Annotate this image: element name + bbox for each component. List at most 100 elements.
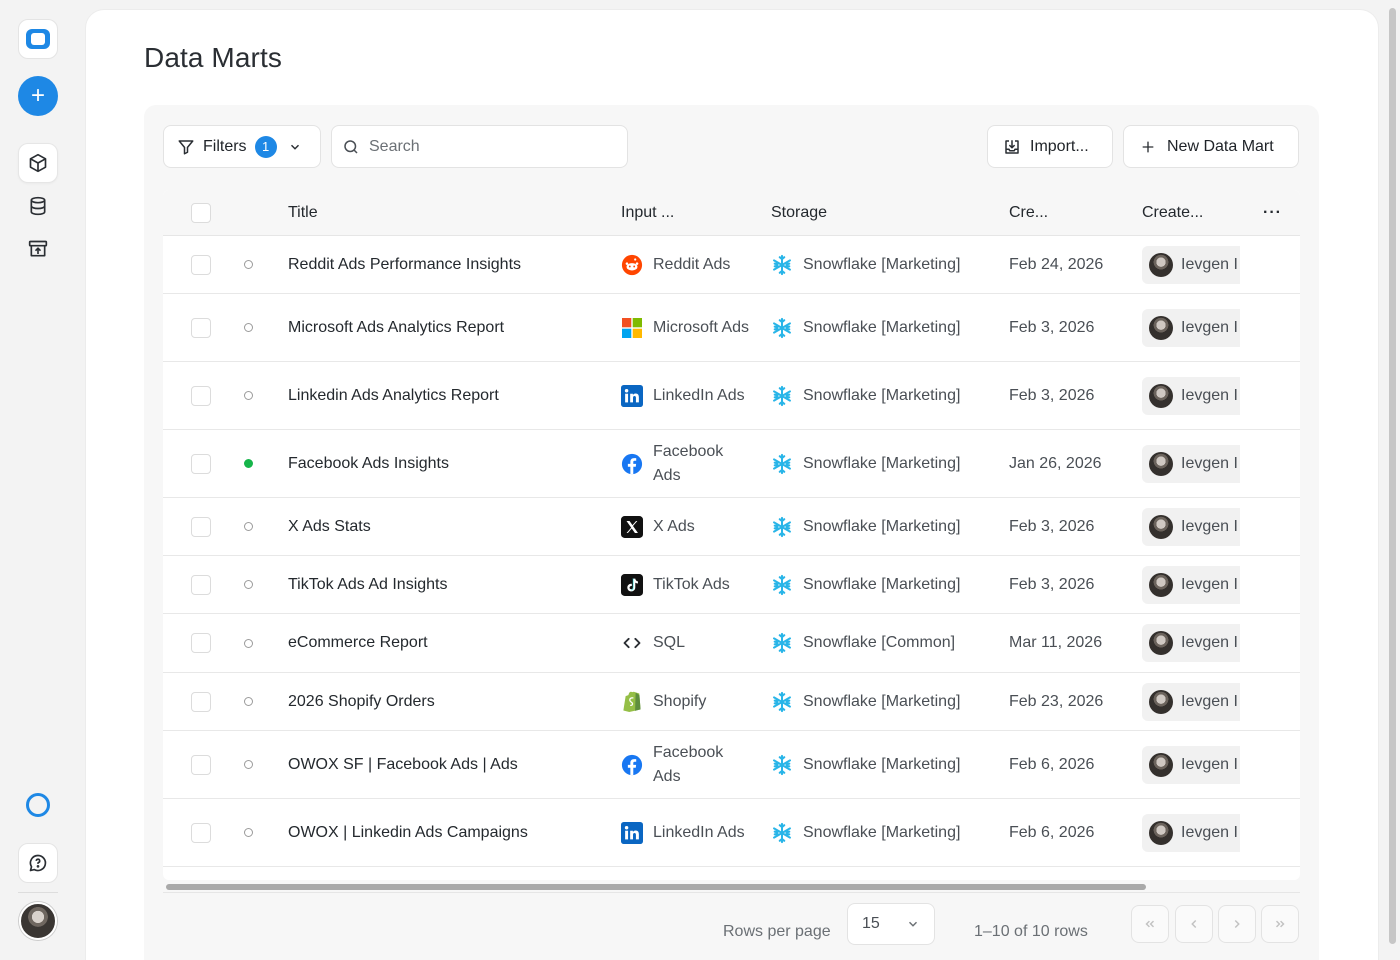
column-options-button[interactable]: ··· xyxy=(1263,190,1282,236)
previous-page-button[interactable] xyxy=(1175,905,1213,943)
column-input-source[interactable]: Input ... xyxy=(621,190,674,236)
row-title[interactable]: TikTok Ads Ad Insights xyxy=(288,556,447,613)
table-row[interactable]: TikTok Ads Ad Insights TikTok Ads Snowflak… xyxy=(163,556,1300,614)
chevron-down-icon xyxy=(908,921,918,927)
row-storage: Snowflake [Marketing] xyxy=(771,236,960,293)
source-label: Facebook Ads xyxy=(653,743,724,785)
row-storage: Snowflake [Marketing] xyxy=(771,556,960,613)
owner-chip[interactable]: Ievgen I xyxy=(1142,507,1240,546)
row-title[interactable]: Facebook Ads Insights xyxy=(288,430,449,497)
table-row[interactable]: eCommerce Report SQL Snowflake [Common] Mar… xyxy=(163,614,1300,673)
column-storage[interactable]: Storage xyxy=(771,190,827,236)
cube-icon xyxy=(29,153,47,173)
facebook-icon xyxy=(621,754,643,776)
row-checkbox[interactable] xyxy=(191,754,211,775)
owner-avatar xyxy=(1149,820,1173,845)
table-row[interactable]: 2026 Shopify Orders Shopify Snowflake [Mar… xyxy=(163,673,1300,731)
table-row[interactable]: OWOX SF | Facebook Ads | Ads Facebook Ads… xyxy=(163,731,1300,799)
rows-per-page-select[interactable]: 15 xyxy=(847,903,935,945)
row-checkbox[interactable] xyxy=(191,254,211,275)
table-row[interactable]: Microsoft Ads Analytics Report Microsoft … xyxy=(163,294,1300,362)
owner-chip[interactable]: Ievgen I xyxy=(1142,682,1240,721)
next-page-button[interactable] xyxy=(1218,905,1256,943)
owner-chip[interactable]: Ievgen I xyxy=(1142,565,1240,604)
owner-chip[interactable]: Ievgen I xyxy=(1142,308,1240,347)
chat-button[interactable] xyxy=(18,843,58,883)
facebook-icon xyxy=(621,453,643,475)
owner-avatar xyxy=(1149,689,1173,714)
owner-chip[interactable]: Ievgen I xyxy=(1142,376,1240,415)
owner-chip[interactable]: Ievgen I xyxy=(1142,745,1240,784)
first-page-button[interactable] xyxy=(1131,905,1169,943)
new-data-mart-button[interactable]: New Data Mart xyxy=(1123,125,1299,168)
row-created-date: Feb 6, 2026 xyxy=(1009,755,1095,773)
filters-button[interactable]: Filters 1 xyxy=(163,125,321,168)
add-button[interactable]: + xyxy=(18,76,58,116)
sidebar-item-storages[interactable] xyxy=(18,186,58,226)
owner-chip[interactable]: Ievgen I xyxy=(1142,813,1240,852)
row-select-cell xyxy=(191,362,211,429)
table-row[interactable]: Facebook Ads Insights Facebook Ads Snowfla… xyxy=(163,430,1300,498)
import-button[interactable]: Import... xyxy=(987,125,1113,168)
page-vertical-scrollbar[interactable] xyxy=(1389,8,1396,944)
row-storage: Snowflake [Marketing] xyxy=(771,799,960,866)
row-title[interactable]: OWOX SF | Facebook Ads | Ads xyxy=(288,731,518,798)
table-row[interactable]: Reddit Ads Performance Insights Reddit Ad… xyxy=(163,236,1300,294)
row-checkbox[interactable] xyxy=(191,633,211,653)
row-title[interactable]: 2026 Shopify Orders xyxy=(288,673,435,730)
storage-label: Snowflake [Marketing] xyxy=(803,517,961,535)
owner-chip[interactable]: Ievgen I xyxy=(1142,444,1240,483)
row-title[interactable]: Linkedin Ads Analytics Report xyxy=(288,362,499,429)
row-storage: Snowflake [Common] xyxy=(771,614,955,672)
search-input[interactable] xyxy=(369,137,599,156)
storage-label: Snowflake [Marketing] xyxy=(803,318,961,336)
row-status-cell xyxy=(244,430,253,497)
storage-label: Snowflake [Marketing] xyxy=(803,575,961,593)
row-storage: Snowflake [Marketing] xyxy=(771,294,960,361)
row-created-date: Feb 24, 2026 xyxy=(1009,255,1104,273)
app-logo[interactable] xyxy=(18,19,58,59)
row-checkbox[interactable] xyxy=(191,317,211,338)
row-title[interactable]: eCommerce Report xyxy=(288,614,428,672)
row-checkbox[interactable] xyxy=(191,385,211,406)
sidebar-item-data-marts[interactable] xyxy=(18,143,58,183)
row-title[interactable]: OWOX | Linkedin Ads Campaigns xyxy=(288,799,528,866)
tiktok-icon xyxy=(621,573,643,596)
chevrons-right-icon xyxy=(1275,920,1285,928)
owner-chip[interactable]: Ievgen I xyxy=(1142,624,1240,662)
column-title[interactable]: Title xyxy=(288,190,318,236)
owner-name: Ievgen I xyxy=(1181,634,1238,651)
snowflake-icon xyxy=(771,254,793,276)
chevrons-left-icon xyxy=(1145,920,1155,928)
chevron-right-icon xyxy=(1234,919,1240,929)
user-avatar[interactable] xyxy=(19,902,57,940)
chevron-down-icon xyxy=(290,144,299,150)
horizontal-scrollbar[interactable] xyxy=(166,884,1146,890)
column-created-by[interactable]: Create... xyxy=(1142,190,1203,236)
status-indicator[interactable] xyxy=(18,785,58,825)
row-checkbox[interactable] xyxy=(191,691,211,712)
row-title[interactable]: Reddit Ads Performance Insights xyxy=(288,236,521,293)
status-dot xyxy=(244,459,253,468)
select-all-checkbox[interactable] xyxy=(191,203,211,223)
last-page-button[interactable] xyxy=(1261,905,1299,943)
rows-per-page-value: 15 xyxy=(862,915,880,932)
search-box[interactable] xyxy=(331,125,628,168)
row-checkbox[interactable] xyxy=(191,516,211,537)
row-title[interactable]: X Ads Stats xyxy=(288,498,371,555)
row-title[interactable]: Microsoft Ads Analytics Report xyxy=(288,294,504,361)
pagination-range: 1–10 of 10 rows xyxy=(974,923,1088,940)
table-row[interactable]: X Ads Stats X Ads Snowflake [Marketing] Feb… xyxy=(163,498,1300,556)
sidebar-item-destinations[interactable] xyxy=(18,229,58,269)
column-created-at[interactable]: Cre... xyxy=(1009,190,1048,236)
owner-name: Ievgen I xyxy=(1181,318,1238,336)
owner-chip[interactable]: Ievgen I xyxy=(1142,245,1240,284)
row-created-date: Mar 11, 2026 xyxy=(1009,634,1103,651)
table-row[interactable]: Linkedin Ads Analytics Report LinkedIn Ad… xyxy=(163,362,1300,430)
row-checkbox[interactable] xyxy=(191,822,211,843)
row-checkbox[interactable] xyxy=(191,574,211,595)
row-owner: Ievgen I xyxy=(1142,799,1240,866)
row-checkbox[interactable] xyxy=(191,453,211,474)
row-owner: Ievgen I xyxy=(1142,673,1240,730)
table-row[interactable]: OWOX | Linkedin Ads Campaigns LinkedIn Ad… xyxy=(163,799,1300,867)
